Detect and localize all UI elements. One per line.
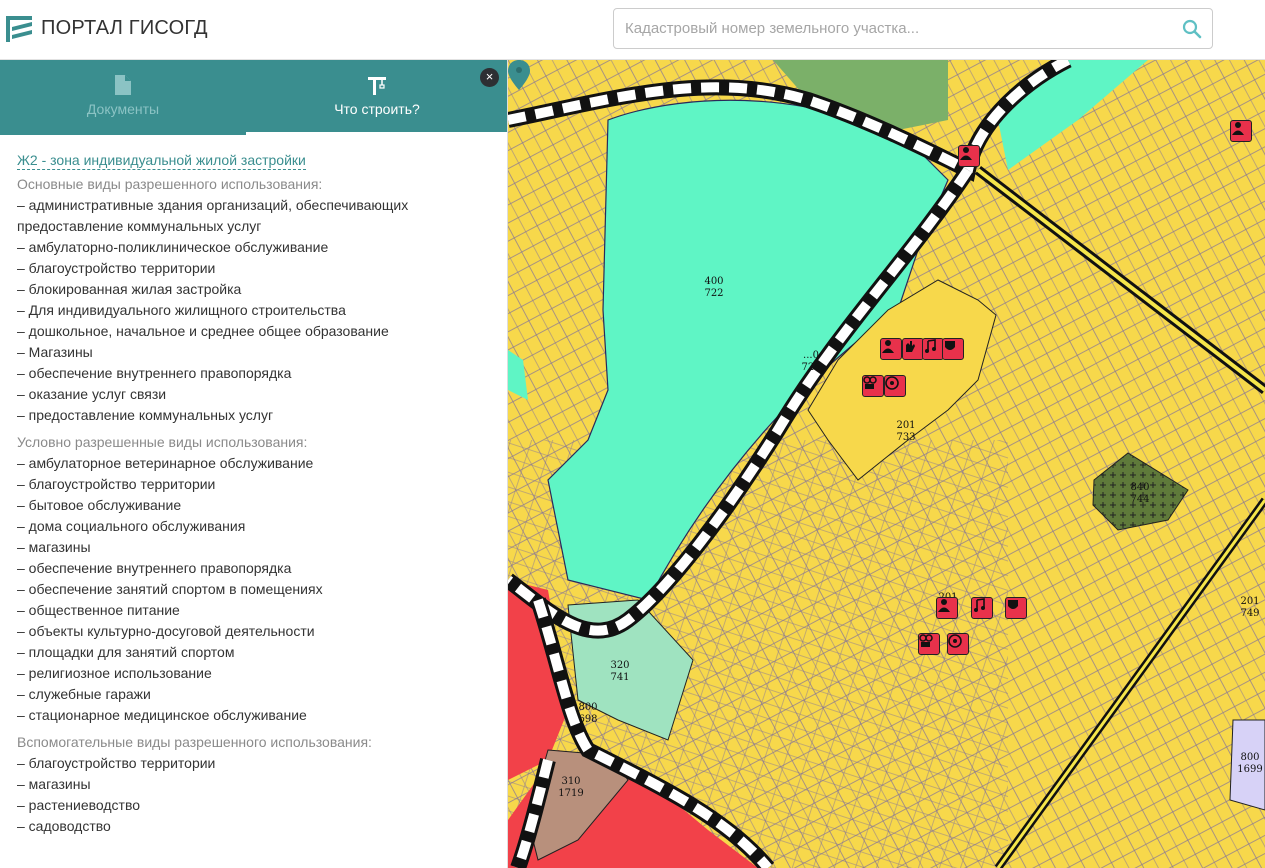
map-view[interactable]: 400 722 ...0 725 201 733 840 744 320 741 800 698 310… [508, 60, 1265, 868]
music-icon[interactable] [971, 597, 993, 619]
usage-item: – дошкольное, начальное и среднее общее … [17, 323, 389, 339]
zone-label-number: 698 [578, 714, 597, 725]
zone-label-code: 800 [578, 702, 597, 713]
usage-item: – садоводство [17, 818, 111, 834]
tab-documents-label: Документы [86, 101, 160, 117]
people-icon[interactable] [880, 338, 902, 360]
camera-icon[interactable] [918, 633, 940, 655]
zone-label-code: 201 [896, 420, 915, 431]
side-panel: Документы Что строить? × Ж2 - зона индив… [0, 60, 508, 868]
tab-documents[interactable]: Документы [0, 60, 246, 135]
usage-item: – объекты культурно-досуговой деятельнос… [17, 623, 315, 639]
crane-icon [368, 77, 386, 95]
map-canvas[interactable]: 400722...0725201733840744320741800698310… [508, 60, 1265, 868]
usage-item: – общественное питание [17, 602, 180, 618]
portal-logo-icon [6, 16, 32, 42]
zone-label-code: 201 [1240, 596, 1259, 607]
usage-section-title: Условно разрешенные виды использования: [17, 434, 308, 450]
usage-item: – оказание услуг связи [17, 386, 167, 402]
usage-item: – предоставление коммунальных услуг [17, 407, 274, 423]
usage-item: – Магазины [17, 344, 93, 360]
usage-item: – магазины [17, 539, 91, 555]
usage-item: – стационарное медицинское обслуживание [17, 707, 307, 723]
ball-icon[interactable] [884, 375, 906, 397]
zone-label-number: 741 [610, 672, 629, 683]
zone-label-number: 733 [896, 432, 915, 443]
zone-label-code: 320 [610, 660, 629, 671]
usage-section-title: Вспомогательные виды разрешенного исполь… [17, 734, 372, 750]
usage-section-title: Основные виды разрешенного использования… [17, 176, 323, 192]
zone-label-code: 400 [704, 276, 723, 287]
usage-item: – благоустройство территории [17, 476, 216, 492]
zone-info: Ж2 - зона индивидуальной жилой застройки… [17, 150, 497, 837]
tab-what-to-build[interactable]: Что строить? [246, 60, 507, 135]
zone-label-number: 725 [801, 362, 820, 373]
usage-item: – обеспечение занятий спортом в помещени… [17, 581, 323, 597]
usage-item: – религиозное использование [17, 665, 212, 681]
zone-label-code: 840 [1130, 482, 1149, 493]
usage-sections: Основные виды разрешенного использования… [17, 174, 497, 837]
usage-item: – блокированная жилая застройка [17, 281, 242, 297]
usage-item: – дома социального обслуживания [17, 518, 246, 534]
usage-item: – магазины [17, 776, 91, 792]
music-icon[interactable] [922, 338, 944, 360]
usage-item: – обеспечение внутреннего правопорядка [17, 365, 292, 381]
zone-label-number: 749 [1240, 608, 1259, 619]
close-panel-button[interactable]: × [480, 68, 499, 87]
usage-item: – благоустройство территории [17, 755, 216, 771]
hand-icon[interactable] [902, 338, 924, 360]
usage-item: – административные здания организаций, о… [17, 197, 409, 234]
zone-label-number: 1699 [1237, 764, 1262, 775]
header: ПОРТАЛ ГИСОГД [0, 0, 1265, 60]
usage-item: – растениеводство [17, 797, 141, 813]
ball-icon[interactable] [947, 633, 969, 655]
zone-label-code: 800 [1240, 752, 1259, 763]
usage-item: – амбулаторно-поликлиническое обслуживан… [17, 239, 329, 255]
zone-label-code: ...0 [803, 350, 819, 361]
mask-icon[interactable] [1005, 597, 1027, 619]
portal-brand: ПОРТАЛ ГИСОГД [41, 17, 208, 39]
zone-title-link[interactable]: Ж2 - зона индивидуальной жилой застройки [17, 151, 306, 170]
map-pin-icon[interactable] [508, 60, 530, 90]
document-icon [115, 75, 131, 95]
mask-icon[interactable] [942, 338, 964, 360]
tab-what-to-build-label: Что строить? [334, 101, 420, 117]
zone-label-number: 1719 [558, 788, 583, 799]
zone-label-code: 310 [561, 776, 580, 787]
usage-item: – служебные гаражи [17, 686, 151, 702]
camera-icon[interactable] [862, 375, 884, 397]
people-icon[interactable] [936, 597, 958, 619]
people-icon[interactable] [1230, 120, 1252, 142]
usage-item: – бытовое обслуживание [17, 497, 182, 513]
panel-tabs: Документы Что строить? × [0, 60, 507, 135]
usage-item: – амбулаторное ветеринарное обслуживание [17, 455, 314, 471]
search-icon[interactable] [1182, 19, 1202, 39]
usage-item: – площадки для занятий спортом [17, 644, 235, 660]
cadastral-search [613, 8, 1213, 49]
zone-label-number: 744 [1130, 494, 1149, 505]
usage-item: – обеспечение внутреннего правопорядка [17, 560, 292, 576]
people-icon[interactable] [958, 145, 980, 167]
zone-label-number: 722 [704, 288, 723, 299]
cadastral-search-input[interactable] [614, 9, 1174, 48]
usage-item: – Для индивидуального жилищного строител… [17, 302, 346, 318]
usage-item: – благоустройство территории [17, 260, 216, 276]
